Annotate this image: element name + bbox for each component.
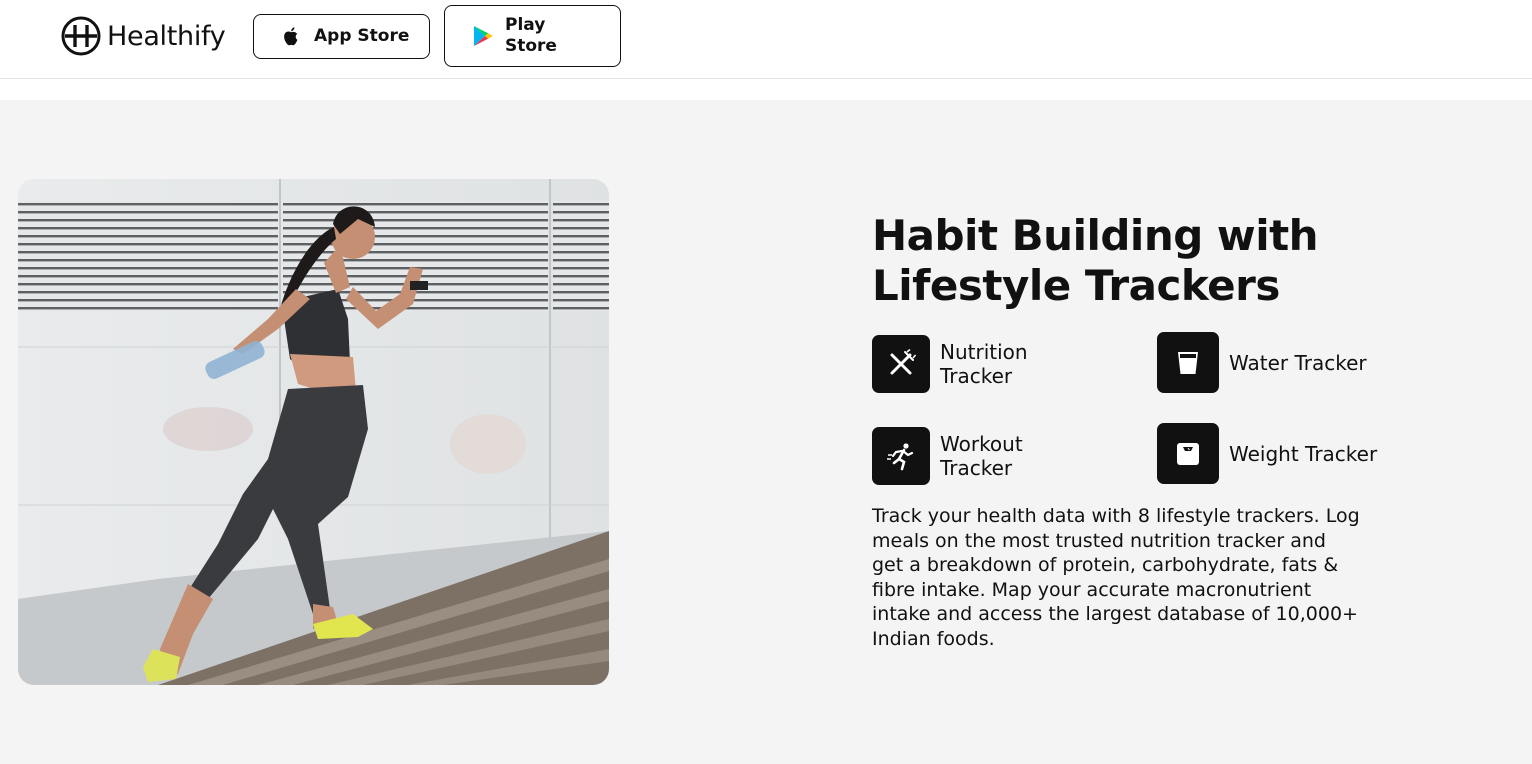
app-store-label: App Store — [314, 26, 410, 46]
weighing-scale-icon — [1157, 423, 1219, 484]
tracker-nutrition[interactable]: Nutrition Tracker — [872, 335, 1050, 393]
section-title: Habit Building with Lifestyle Trackers — [872, 211, 1319, 310]
fork-knife-icon — [872, 335, 930, 393]
tracker-nutrition-label: Nutrition Tracker — [940, 340, 1028, 388]
header-divider-strip — [0, 79, 1532, 100]
healthify-logo[interactable]: Healthify — [61, 16, 226, 56]
brand-name: Healthify — [107, 20, 226, 52]
app-store-button[interactable]: App Store — [253, 14, 430, 59]
tracker-weight-label: Weight Tracker — [1229, 441, 1378, 466]
tracker-weight[interactable]: Weight Tracker — [1157, 423, 1377, 484]
water-glass-icon — [1157, 332, 1219, 393]
section-description: Track your health data with 8 lifestyle … — [872, 505, 1360, 650]
running-person-icon — [872, 427, 930, 485]
play-store-label: Play Store — [505, 15, 557, 56]
tracker-water-label: Water Tracker — [1229, 350, 1367, 375]
healthify-logo-icon — [61, 16, 101, 56]
tracker-workout-label: Workout Tracker — [940, 432, 1023, 480]
tracker-workout[interactable]: Workout Tracker — [872, 427, 1050, 485]
tracker-water[interactable]: Water Tracker — [1157, 332, 1367, 393]
play-store-button[interactable]: Play Store — [444, 5, 621, 67]
woman-running-stairs-image — [18, 179, 609, 685]
site-header: Healthify App Store Play Store — [0, 0, 1532, 79]
apple-icon — [280, 26, 302, 47]
google-play-icon — [471, 25, 495, 47]
